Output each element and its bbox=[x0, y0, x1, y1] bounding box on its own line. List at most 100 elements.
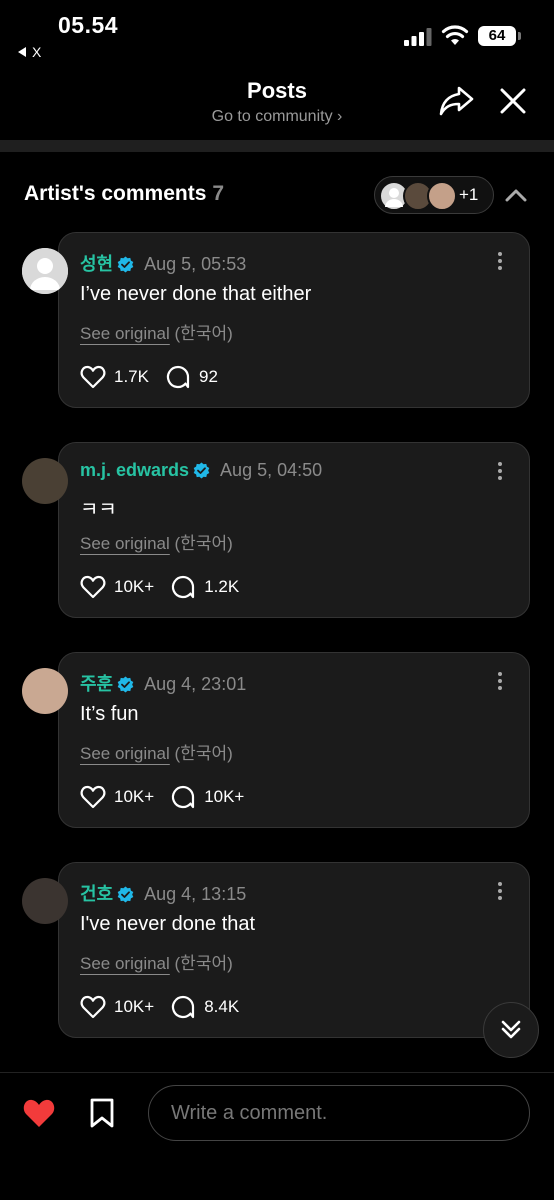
comment-count: 7 bbox=[212, 182, 225, 205]
comment-author[interactable]: 건호 Aug 4, 13:15 bbox=[80, 880, 246, 906]
comment-date: Aug 4, 13:15 bbox=[144, 884, 247, 904]
scroll-to-bottom-button[interactable] bbox=[483, 1002, 539, 1058]
section-title: Artist's comments 7 bbox=[24, 182, 224, 206]
heart-outline-icon bbox=[80, 575, 106, 599]
reply-button[interactable]: 92 bbox=[165, 364, 218, 390]
status-bar: 05.54 X 64 bbox=[0, 0, 554, 72]
more-options-icon[interactable] bbox=[497, 461, 503, 481]
wifi-icon bbox=[441, 25, 469, 45]
artist-avatars-pill[interactable]: +1 bbox=[374, 176, 494, 214]
artist-comments-header: Artist's comments 7 +1 bbox=[24, 176, 530, 216]
heart-outline-icon bbox=[80, 365, 106, 389]
speech-bubble-icon bbox=[172, 785, 195, 809]
cellular-signal-icon bbox=[404, 28, 432, 46]
more-options-icon[interactable] bbox=[497, 671, 503, 691]
comment-date: Aug 5, 04:50 bbox=[220, 460, 323, 480]
author-name: 건호 bbox=[80, 884, 114, 904]
back-to-app-button[interactable]: X bbox=[18, 44, 41, 60]
original-language: (한국어) bbox=[174, 954, 233, 973]
avatar[interactable] bbox=[22, 248, 68, 294]
like-button[interactable]: 10K+ bbox=[80, 574, 154, 600]
reply-button[interactable]: 8.4K bbox=[170, 994, 239, 1020]
heart-outline-icon bbox=[80, 995, 106, 1019]
speech-bubble-icon bbox=[166, 365, 190, 389]
comment-author[interactable]: 성현 Aug 5, 05:53 bbox=[80, 250, 246, 276]
reply-count: 8.4K bbox=[204, 997, 240, 1016]
author-name: 성현 bbox=[80, 254, 114, 274]
avatar[interactable] bbox=[22, 458, 68, 504]
author-name: 주훈 bbox=[80, 674, 114, 694]
section-divider bbox=[0, 140, 554, 152]
like-count: 10K+ bbox=[114, 577, 155, 596]
like-button[interactable]: 10K+ bbox=[80, 994, 154, 1020]
comment-composer-bar bbox=[0, 1072, 554, 1200]
comment-date: Aug 5, 05:53 bbox=[144, 254, 247, 274]
bookmark-icon[interactable] bbox=[88, 1097, 116, 1129]
reply-button[interactable]: 10K+ bbox=[170, 784, 244, 810]
reply-count: 10K+ bbox=[204, 787, 245, 806]
author-name: m.j. edwards bbox=[80, 460, 190, 480]
comment-actions: 1.7K 92 bbox=[80, 363, 234, 391]
comment-text: ㅋㅋ bbox=[80, 499, 117, 521]
like-count: 1.7K bbox=[114, 367, 149, 386]
heart-outline-icon bbox=[80, 785, 106, 809]
reply-button[interactable]: 1.2K bbox=[170, 574, 239, 600]
comment-bubble: m.j. edwards Aug 5, 04:50 ㅋㅋ See original (… bbox=[58, 442, 530, 618]
verified-badge-icon bbox=[117, 886, 134, 903]
original-language: (한국어) bbox=[174, 534, 233, 553]
like-button[interactable]: 1.7K bbox=[80, 364, 149, 390]
like-count: 10K+ bbox=[114, 997, 155, 1016]
reply-count: 92 bbox=[198, 367, 218, 386]
comment-text: It’s fun bbox=[80, 703, 139, 725]
more-avatars-count: +1 bbox=[459, 185, 479, 204]
see-original-link[interactable]: See original bbox=[80, 534, 170, 553]
verified-badge-icon bbox=[193, 462, 210, 479]
comment-text: I've never done that bbox=[80, 913, 256, 935]
status-time: 05.54 bbox=[58, 12, 119, 38]
see-original-link[interactable]: See original bbox=[80, 954, 170, 973]
back-app-label: X bbox=[32, 44, 42, 60]
comment-actions: 10K+ 8.4K bbox=[80, 993, 255, 1021]
more-options-icon[interactable] bbox=[497, 881, 503, 901]
like-button[interactable]: 10K+ bbox=[80, 784, 154, 810]
comment-text: I’ve never done that either bbox=[80, 283, 312, 305]
see-original-link[interactable]: See original bbox=[80, 324, 170, 343]
chevron-up-icon[interactable] bbox=[504, 184, 528, 206]
comment-bubble: 건호 Aug 4, 13:15 I've never done that See or… bbox=[58, 862, 530, 1038]
original-language: (한국어) bbox=[174, 744, 233, 763]
see-original-row: See original (한국어) bbox=[80, 319, 233, 344]
avatar[interactable] bbox=[22, 668, 68, 714]
comment-bubble: 성현 Aug 5, 05:53 I’ve never done that eithe… bbox=[58, 232, 530, 408]
reply-count: 1.2K bbox=[204, 577, 240, 596]
comment-input[interactable] bbox=[148, 1085, 530, 1141]
see-original-row: See original (한국어) bbox=[80, 529, 233, 554]
comment-actions: 10K+ 10K+ bbox=[80, 783, 260, 811]
comment-card: 성현 Aug 5, 05:53 I’ve never done that eithe… bbox=[0, 232, 554, 408]
comment-author[interactable]: 주훈 Aug 4, 23:01 bbox=[80, 670, 246, 696]
heart-icon[interactable] bbox=[22, 1097, 56, 1129]
verified-badge-icon bbox=[117, 676, 134, 693]
page-header: Posts Go to community › bbox=[0, 72, 554, 140]
see-original-row: See original (한국어) bbox=[80, 949, 233, 974]
avatar[interactable] bbox=[22, 878, 68, 924]
speech-bubble-icon bbox=[172, 575, 195, 599]
close-icon[interactable] bbox=[496, 84, 530, 118]
double-chevron-down-icon bbox=[501, 1020, 521, 1039]
comment-bubble: 주훈 Aug 4, 23:01 It’s fun See original (한국어)… bbox=[58, 652, 530, 828]
see-original-row: See original (한국어) bbox=[80, 739, 233, 764]
comment-card: 주훈 Aug 4, 23:01 It’s fun See original (한국어)… bbox=[0, 652, 554, 828]
like-count: 10K+ bbox=[114, 787, 155, 806]
see-original-link[interactable]: See original bbox=[80, 744, 170, 763]
speech-bubble-icon bbox=[172, 995, 195, 1019]
avatar bbox=[427, 181, 457, 211]
section-title-label: Artist's comments bbox=[24, 182, 207, 205]
back-triangle-icon bbox=[18, 47, 26, 57]
verified-badge-icon bbox=[117, 256, 134, 273]
comment-card: m.j. edwards Aug 5, 04:50 ㅋㅋ See original (… bbox=[0, 442, 554, 618]
share-icon[interactable] bbox=[438, 84, 476, 118]
original-language: (한국어) bbox=[174, 324, 233, 343]
battery-indicator: 64 bbox=[478, 26, 521, 46]
comment-author[interactable]: m.j. edwards Aug 5, 04:50 bbox=[80, 460, 322, 481]
comment-actions: 10K+ 1.2K bbox=[80, 573, 255, 601]
more-options-icon[interactable] bbox=[497, 251, 503, 271]
